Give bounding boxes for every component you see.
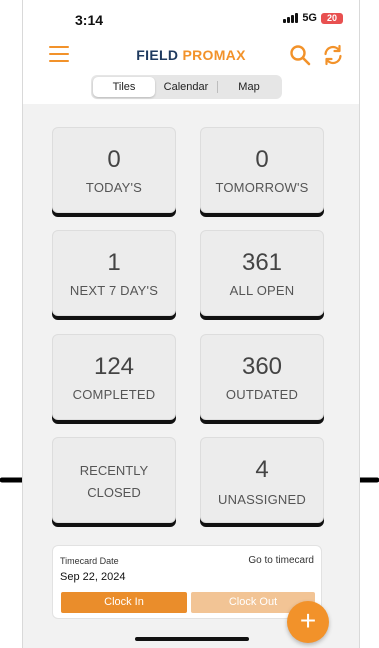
timecard-panel: Timecard Date Go to timecard Sep 22, 202…	[52, 545, 322, 619]
clock-in-button[interactable]: Clock In	[61, 592, 187, 613]
view-switcher: Tiles Calendar Map	[91, 75, 282, 99]
tile-count: 0	[107, 146, 121, 173]
main-content: 0 TODAY'S 0 TOMORROW'S 1 NEXT 7 DAY'S 36…	[23, 104, 359, 648]
tile-next-7-days[interactable]: 1 NEXT 7 DAY'S	[52, 230, 176, 316]
tile-todays[interactable]: 0 TODAY'S	[52, 127, 176, 213]
app-header: FIELD PROMAX	[23, 38, 359, 70]
tile-count: 360	[241, 353, 283, 380]
timecard-date: Sep 22, 2024	[60, 571, 126, 583]
tile-count: 361	[241, 249, 283, 276]
home-indicator	[135, 637, 249, 641]
tab-tiles[interactable]: Tiles	[93, 77, 155, 97]
brand-name-part2: PROMAX	[182, 47, 246, 63]
tab-map[interactable]: Map	[218, 77, 280, 97]
tile-count: 4	[255, 456, 269, 483]
signal-icon	[283, 13, 299, 23]
tab-calendar[interactable]: Calendar	[155, 77, 217, 97]
tile-label: COMPLETED	[72, 387, 156, 402]
go-to-timecard-link[interactable]: Go to timecard	[248, 555, 314, 566]
phone-screen: 3:14 5G 20 FIELD PROMAX Tiles Calendar M…	[22, 0, 360, 648]
status-indicators: 5G 20	[283, 12, 343, 24]
tile-label: TODAY'S	[85, 180, 143, 195]
tile-recently-closed[interactable]: RECENTLY CLOSED	[52, 437, 176, 523]
tile-label: ALL OPEN	[229, 283, 295, 298]
battery-icon: 20	[321, 12, 343, 24]
tile-count: 1	[107, 249, 121, 276]
tile-unassigned[interactable]: 4 UNASSIGNED	[200, 437, 324, 523]
tile-completed[interactable]: 124 COMPLETED	[52, 334, 176, 420]
brand-name-part1: FIELD	[136, 47, 179, 63]
network-type: 5G	[302, 12, 317, 24]
add-fab-button[interactable]: +	[287, 601, 329, 643]
tile-outdated[interactable]: 360 OUTDATED	[200, 334, 324, 420]
sync-icon[interactable]	[321, 43, 345, 67]
tile-count: 124	[93, 353, 135, 380]
tile-tomorrows[interactable]: 0 TOMORROW'S	[200, 127, 324, 213]
tile-label: NEXT 7 DAY'S	[69, 283, 159, 298]
tile-label: UNASSIGNED	[218, 492, 306, 507]
status-bar: 3:14 5G 20	[23, 0, 359, 36]
tile-all-open[interactable]: 361 ALL OPEN	[200, 230, 324, 316]
tile-label: OUTDATED	[225, 387, 299, 402]
timecard-title: Timecard Date	[60, 556, 119, 566]
tile-label: TOMORROW'S	[215, 180, 309, 195]
tile-label-line2: CLOSED	[87, 485, 141, 500]
tile-count: 0	[255, 146, 269, 173]
tile-label-line1: RECENTLY	[79, 463, 149, 478]
status-time: 3:14	[75, 12, 104, 28]
search-icon[interactable]	[289, 44, 311, 66]
